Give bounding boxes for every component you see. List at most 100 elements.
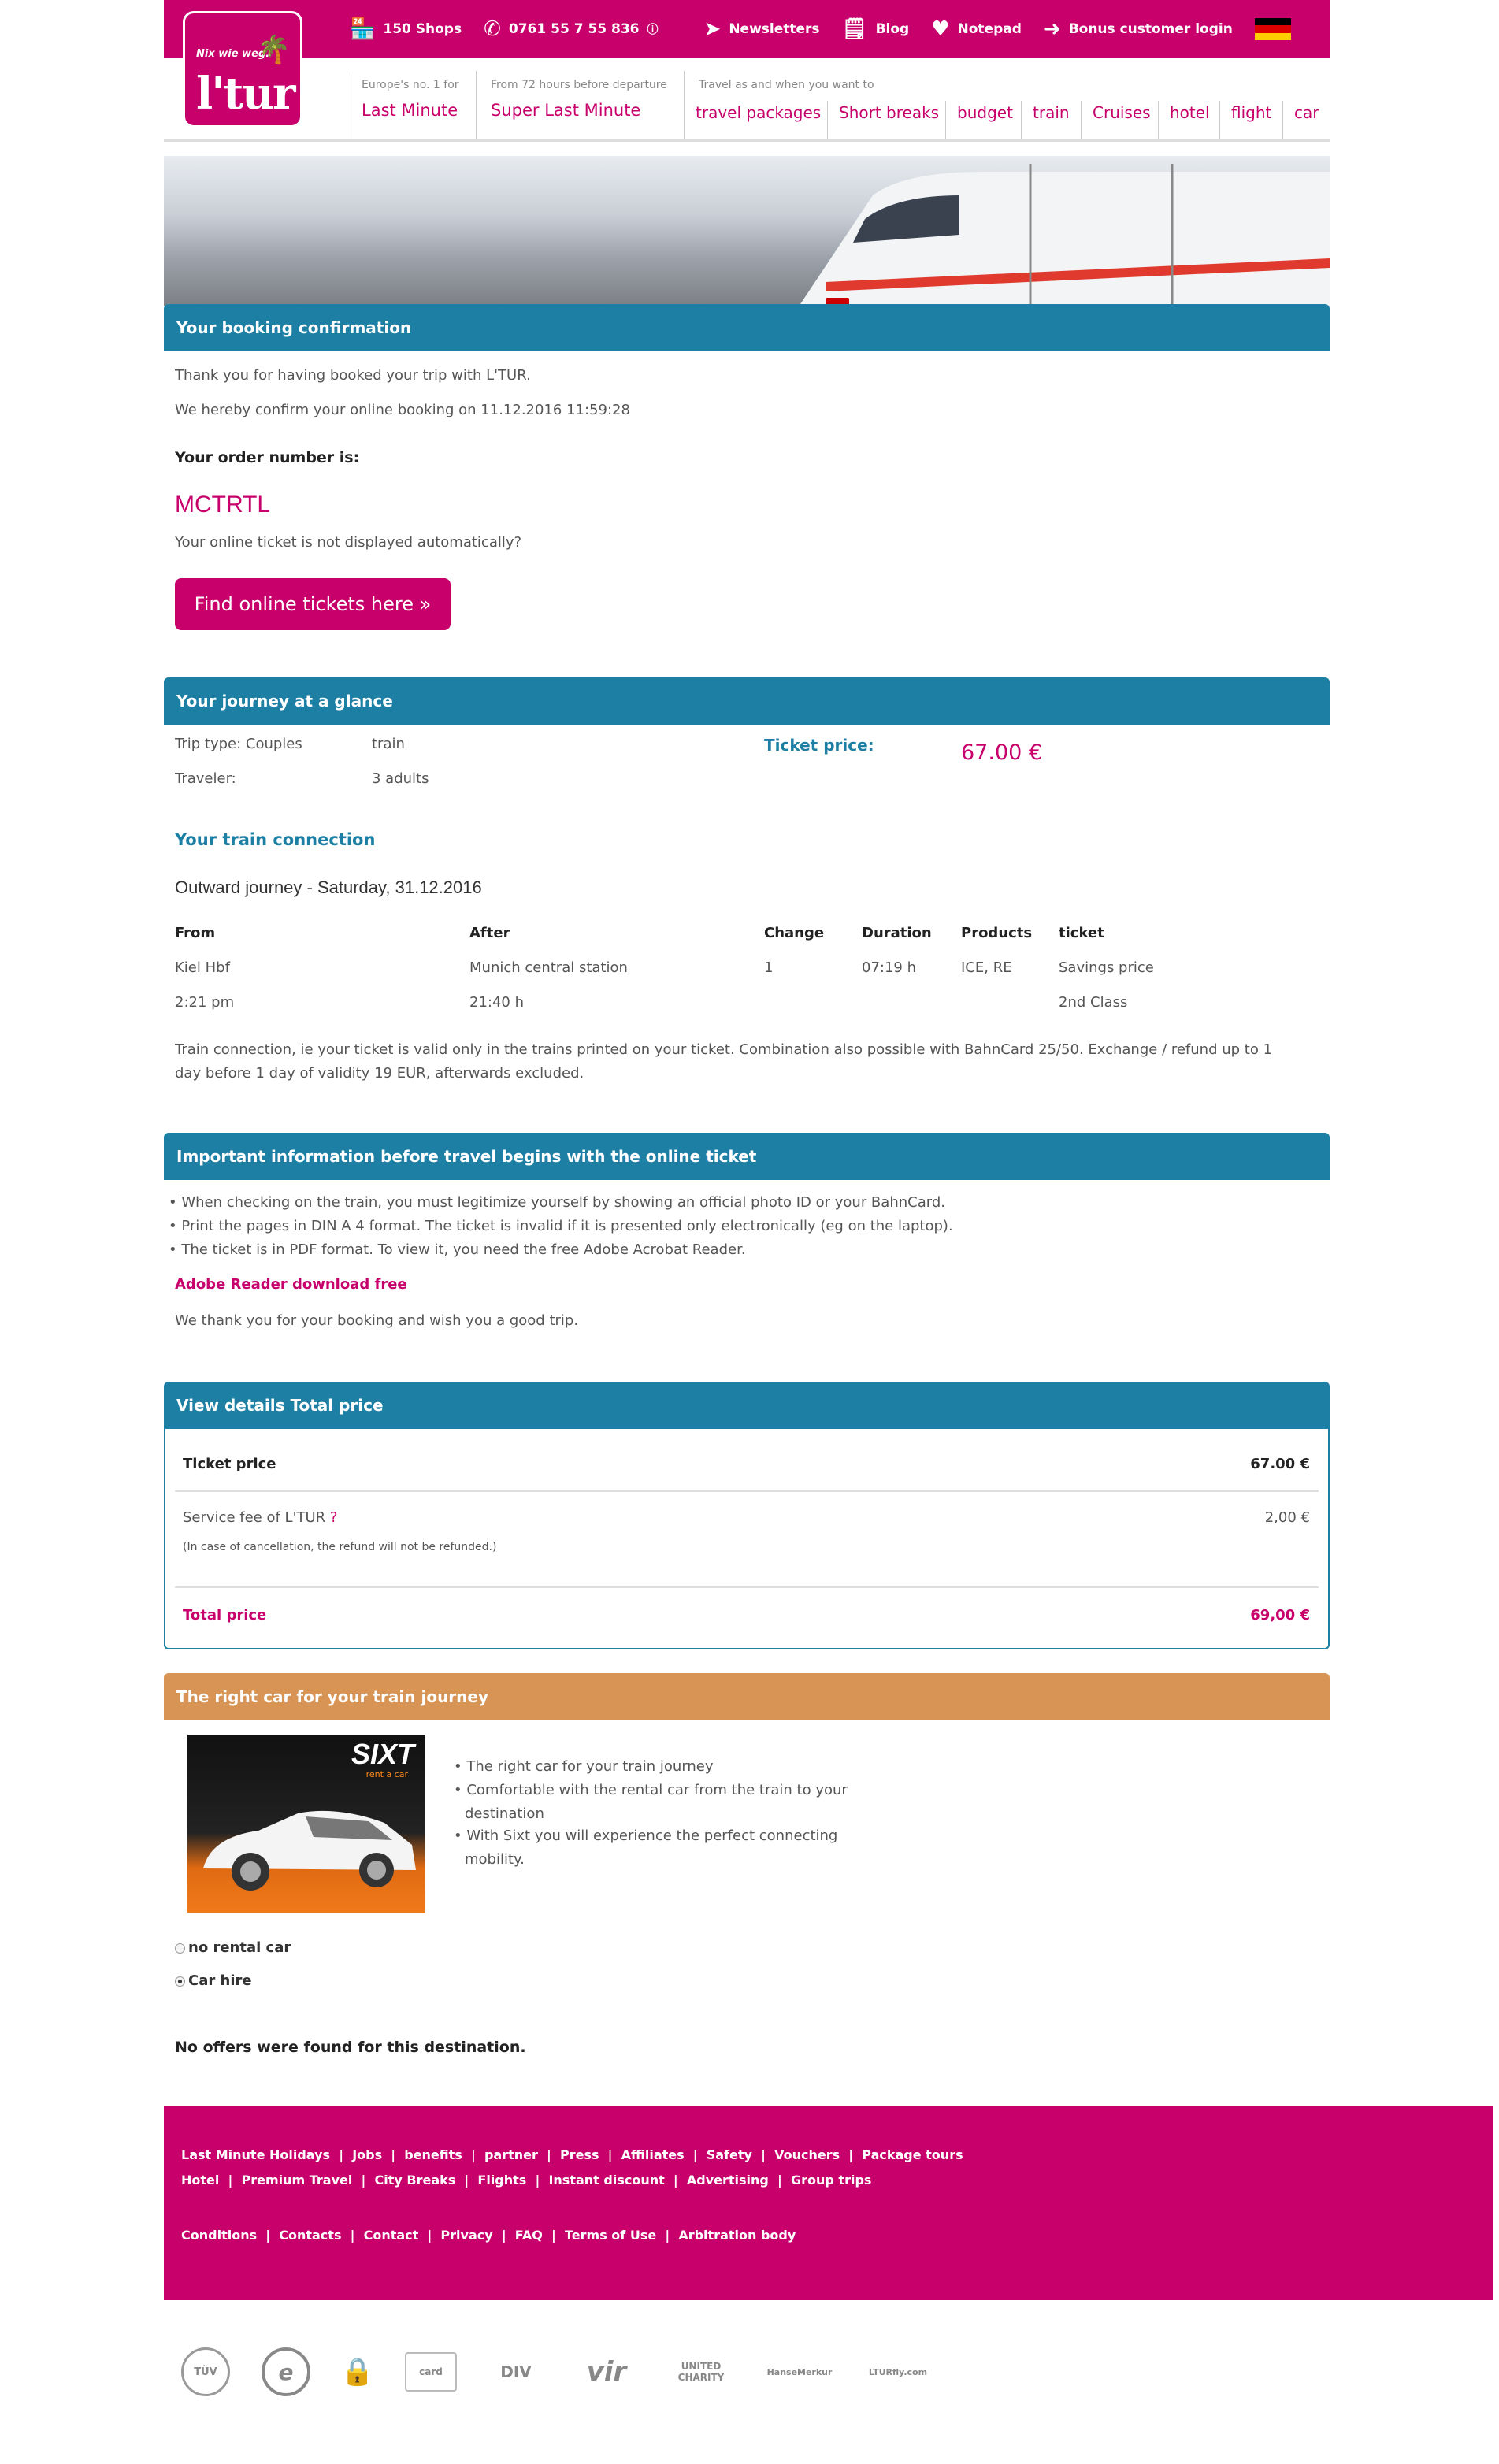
divider bbox=[175, 1586, 1319, 1588]
thanks-text: Thank you for having booked your trip wi… bbox=[175, 367, 531, 384]
lock-icon[interactable]: 🔒 bbox=[341, 2350, 374, 2394]
train-connection-title: Your train connection bbox=[175, 830, 376, 849]
tuv-seal-icon[interactable]: TÜV bbox=[181, 2347, 230, 2396]
phone-link[interactable]: ✆ 0761 55 7 55 836 ⓘ bbox=[484, 19, 658, 39]
footer-link[interactable]: benefits bbox=[404, 2147, 462, 2162]
nav-short-breaks[interactable]: Short breaks bbox=[827, 101, 950, 140]
nav-hotel[interactable]: hotel bbox=[1158, 101, 1221, 140]
ltur-logo[interactable]: Nix wie weg. 🌴 l'tur bbox=[183, 11, 302, 128]
bonus-login-link[interactable]: ➜ Bonus customer login bbox=[1044, 19, 1233, 39]
traveler-value: 3 adults bbox=[372, 770, 429, 787]
service-fee-value: 2,00 € bbox=[1264, 1509, 1310, 1526]
newsletters-link[interactable]: ➤ Newsletters bbox=[704, 19, 820, 39]
section-journey-glance: Your journey at a glance bbox=[164, 677, 1330, 725]
find-online-tickets-button[interactable]: Find online tickets here » bbox=[175, 578, 451, 630]
vir-logo[interactable]: vir bbox=[575, 2354, 638, 2390]
col-change: Change bbox=[764, 925, 825, 941]
footer-link[interactable]: Last Minute Holidays bbox=[181, 2147, 330, 2162]
col-products: Products bbox=[961, 925, 1033, 941]
col-duration: Duration bbox=[862, 925, 932, 941]
heart-icon: ♥ bbox=[931, 17, 950, 41]
adobe-reader-link[interactable]: Adobe Reader download free bbox=[175, 1276, 407, 1293]
nav-underline bbox=[164, 139, 1330, 142]
order-number: MCTRTL bbox=[175, 492, 271, 518]
phone-icon: ✆ bbox=[484, 17, 501, 41]
price-ticket-label: Ticket price bbox=[183, 1456, 276, 1472]
footer-link[interactable]: Jobs bbox=[352, 2147, 382, 2162]
help-question-icon[interactable]: ? bbox=[330, 1509, 338, 1526]
total-price-label: Total price bbox=[183, 1607, 267, 1623]
german-flag-icon[interactable] bbox=[1254, 18, 1291, 40]
section-important-info: Important information before travel begi… bbox=[164, 1133, 1330, 1180]
bullet-item: • Print the pages in DIN A 4 format. The… bbox=[169, 1218, 953, 1234]
info-icon[interactable]: ⓘ bbox=[647, 21, 659, 37]
row-after: Munich central station bbox=[469, 959, 628, 976]
row-ticket: Savings price bbox=[1059, 959, 1154, 976]
footer-link[interactable]: Press bbox=[560, 2147, 599, 2162]
footer-links-row1: Last Minute Holidays | Jobs | benefits |… bbox=[181, 2147, 963, 2162]
card-icon[interactable]: card bbox=[405, 2352, 457, 2392]
footer-link[interactable]: Advertising bbox=[687, 2173, 769, 2188]
footer-link[interactable]: Terms of Use bbox=[565, 2228, 656, 2243]
footer-link[interactable]: Contact bbox=[364, 2228, 419, 2243]
col-after: After bbox=[469, 925, 510, 941]
row-change: 1 bbox=[764, 959, 774, 976]
radio-icon[interactable] bbox=[175, 1943, 185, 1954]
footer-link[interactable]: Arbitration body bbox=[678, 2228, 796, 2243]
lturfly-logo[interactable]: LTURfly.com bbox=[866, 2354, 929, 2390]
col-from: From bbox=[175, 925, 216, 941]
footer-links-row3: Conditions | Contacts | Contact | Privac… bbox=[181, 2228, 796, 2243]
footer-link[interactable]: Group trips bbox=[791, 2173, 871, 2188]
footer-link[interactable]: Package tours bbox=[862, 2147, 963, 2162]
no-offers-text: No offers were found for this destinatio… bbox=[175, 2039, 526, 2056]
section-booking-confirmation: Your booking confirmation bbox=[164, 304, 1330, 351]
trip-type-value: train bbox=[372, 736, 405, 752]
footer-link[interactable]: Privacy bbox=[440, 2228, 492, 2243]
nav-car[interactable]: car bbox=[1282, 101, 1330, 140]
footer-link[interactable]: Flights bbox=[477, 2173, 526, 2188]
footer-link[interactable]: City Breaks bbox=[375, 2173, 456, 2188]
footer-link[interactable]: Hotel bbox=[181, 2173, 219, 2188]
footer-link[interactable]: Affiliates bbox=[621, 2147, 685, 2162]
nav-travel-packages[interactable]: travel packages bbox=[684, 101, 832, 140]
hansemerkur-logo[interactable]: HanseMerkur bbox=[764, 2354, 835, 2390]
footer-link[interactable]: Contacts bbox=[279, 2228, 341, 2243]
blog-link[interactable]: 🗒 Blog bbox=[842, 19, 910, 39]
notepad-link[interactable]: ♥ Notepad bbox=[931, 19, 1022, 39]
col-ticket: ticket bbox=[1059, 925, 1104, 941]
connection-note-2: day before 1 day of validity 19 EUR, aft… bbox=[175, 1065, 584, 1082]
shops-link[interactable]: 🏪 150 Shops bbox=[350, 19, 462, 39]
radio-car-hire[interactable]: Car hire bbox=[175, 1972, 252, 1989]
div-logo[interactable]: DIV bbox=[488, 2354, 544, 2390]
car-bullet: • Comfortable with the rental car from t… bbox=[454, 1782, 848, 1798]
price-ticket-value: 67.00 € bbox=[1250, 1456, 1310, 1472]
footer-link[interactable]: Instant discount bbox=[548, 2173, 664, 2188]
row-from: Kiel Hbf bbox=[175, 959, 230, 976]
row-duration: 07:19 h bbox=[862, 959, 917, 976]
nav-train[interactable]: train bbox=[1021, 101, 1081, 140]
shop-icon: 🏪 bbox=[350, 17, 376, 41]
footer-link[interactable]: Safety bbox=[707, 2147, 752, 2162]
footer-link[interactable]: FAQ bbox=[515, 2228, 543, 2243]
radio-selected-icon[interactable] bbox=[175, 1976, 185, 1987]
united-charity-logo[interactable]: UNITED CHARITY bbox=[670, 2354, 733, 2390]
confirm-text: We hereby confirm your online booking on… bbox=[175, 402, 630, 418]
footer-link[interactable]: Conditions bbox=[181, 2228, 257, 2243]
ice-train-graphic bbox=[799, 164, 1330, 306]
trusted-shops-seal-icon[interactable]: e bbox=[262, 2347, 310, 2396]
nav-last-minute[interactable]: Europe's no. 1 for Last Minute bbox=[347, 71, 475, 140]
row-products: ICE, RE bbox=[961, 959, 1012, 976]
footer-link[interactable]: Vouchers bbox=[774, 2147, 840, 2162]
car-bullet: • With Sixt you will experience the perf… bbox=[454, 1828, 838, 1844]
nav-budget[interactable]: budget bbox=[945, 101, 1024, 140]
footer-link[interactable]: Premium Travel bbox=[242, 2173, 353, 2188]
radio-no-rental-car[interactable]: no rental car bbox=[175, 1939, 291, 1956]
footer: Last Minute Holidays | Jobs | benefits |… bbox=[164, 2106, 1493, 2300]
service-fee-label: Service fee of L'TUR ? bbox=[183, 1509, 338, 1526]
ticket-price-label: Ticket price: bbox=[764, 736, 874, 755]
nav-cruises[interactable]: Cruises bbox=[1081, 101, 1162, 140]
trip-type-label: Trip type: Couples bbox=[175, 736, 302, 752]
nav-super-last-minute[interactable]: From 72 hours before departure Super Las… bbox=[476, 71, 685, 140]
footer-link[interactable]: partner bbox=[484, 2147, 538, 2162]
nav-flight[interactable]: flight bbox=[1219, 101, 1284, 140]
